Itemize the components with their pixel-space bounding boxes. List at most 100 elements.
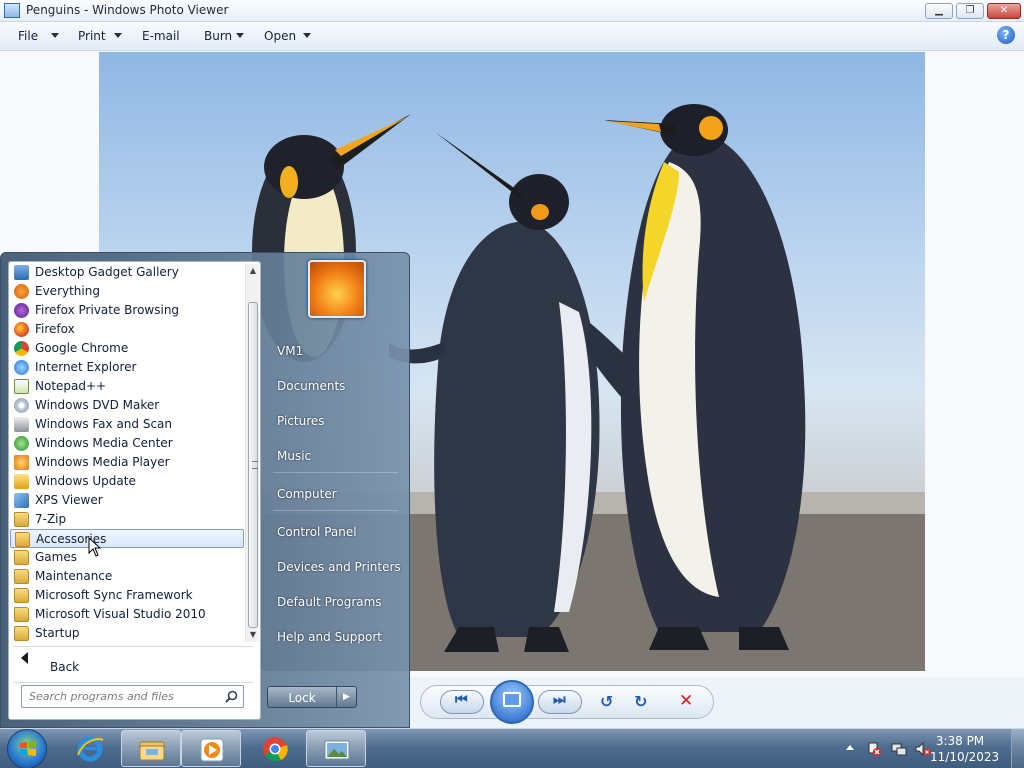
search-box[interactable] (21, 685, 244, 708)
search-icon[interactable] (225, 690, 238, 703)
scroll-up-arrow[interactable]: ▲ (246, 264, 260, 278)
menu-print[interactable]: Print (78, 29, 106, 43)
chrome-icon (14, 341, 29, 356)
system-clock[interactable]: 3:38 PM 11/10/2023 (930, 733, 1000, 765)
start-link-pictures[interactable]: Pictures (266, 407, 402, 435)
taskbar-windows-explorer[interactable] (121, 730, 181, 767)
chevron-down-icon[interactable] (236, 33, 244, 38)
start-link-computer[interactable]: Computer (266, 480, 402, 508)
scroll-thumb[interactable] (248, 302, 258, 628)
list-item[interactable]: Windows Update (10, 472, 244, 491)
start-link-vm1[interactable]: VM1 (266, 337, 402, 365)
divider (13, 682, 253, 683)
list-item[interactable]: Desktop Gadget Gallery (10, 263, 244, 282)
start-link-music[interactable]: Music (266, 442, 402, 470)
scroll-down-arrow[interactable]: ▼ (246, 628, 260, 642)
program-label: Everything (35, 284, 100, 298)
list-item[interactable]: Accessories (10, 529, 244, 548)
restore-button[interactable]: ❐ (956, 3, 984, 19)
back-arrow-icon[interactable] (21, 652, 28, 664)
start-link-devices-and-printers[interactable]: Devices and Printers (266, 553, 402, 581)
close-button[interactable]: ✕ (987, 3, 1021, 19)
next-button[interactable]: ⏭ (538, 690, 582, 714)
taskbar-photo-viewer[interactable] (306, 730, 366, 767)
list-item[interactable]: 7-Zip (10, 510, 244, 529)
dvd-maker-icon (14, 398, 29, 413)
chevron-down-icon[interactable] (51, 33, 59, 38)
programs-scrollbar[interactable]: ▲ ▼ (245, 264, 259, 642)
back-button[interactable]: Back (50, 660, 79, 674)
chevron-down-icon[interactable] (114, 33, 122, 38)
taskbar-internet-explorer[interactable] (60, 730, 120, 767)
start-link-control-panel[interactable]: Control Panel (266, 518, 402, 546)
list-item[interactable]: Everything (10, 282, 244, 301)
list-item[interactable]: Windows Media Player (10, 453, 244, 472)
list-item[interactable]: Google Chrome (10, 339, 244, 358)
list-item[interactable]: Microsoft Sync Framework (10, 586, 244, 605)
help-button[interactable]: ? (997, 26, 1015, 44)
list-item[interactable]: Firefox (10, 320, 244, 339)
list-item[interactable]: Internet Explorer (10, 358, 244, 377)
list-item[interactable]: Maintenance (10, 567, 244, 586)
start-link-default-programs[interactable]: Default Programs (266, 588, 402, 616)
show-hidden-icons-arrow[interactable] (846, 745, 854, 750)
search-input[interactable] (29, 690, 219, 703)
taskbar-chrome[interactable] (245, 730, 305, 767)
folder-icon (14, 512, 29, 527)
list-item[interactable]: Notepad++ (10, 377, 244, 396)
list-item[interactable]: XPS Viewer (10, 491, 244, 510)
start-link-label: Help and Support (277, 630, 382, 644)
previous-button[interactable]: ⏮ (440, 690, 484, 714)
start-link-documents[interactable]: Documents (266, 372, 402, 400)
menu-open[interactable]: Open (264, 29, 296, 43)
start-menu: Desktop Gadget Gallery Everything Firefox … (0, 252, 410, 728)
clock-date: 11/10/2023 (930, 750, 1000, 764)
menu-email[interactable]: E-mail (142, 29, 180, 43)
list-item[interactable]: Games (10, 548, 244, 567)
windows-logo-icon (20, 741, 36, 756)
action-center-icon[interactable] (866, 741, 882, 757)
program-label: Firefox (35, 322, 75, 336)
start-button[interactable] (7, 729, 47, 768)
start-link-label: Documents (277, 379, 346, 393)
menu-file[interactable]: File (18, 29, 38, 43)
list-item[interactable]: Startup (10, 624, 244, 643)
menu-bar: File Print E-mail Burn Open ? (0, 22, 1024, 51)
taskbar-media-player[interactable] (181, 730, 241, 767)
scroll-grip-icon (252, 461, 258, 469)
user-picture[interactable] (308, 260, 366, 318)
program-label: Internet Explorer (35, 360, 137, 374)
firefox-private-icon (14, 303, 29, 318)
list-item[interactable]: Windows Fax and Scan (10, 415, 244, 434)
network-icon[interactable] (891, 741, 907, 757)
close-icon: ✕ (999, 5, 1009, 16)
minimize-button[interactable]: ▁ (925, 3, 953, 19)
folder-icon (14, 626, 29, 641)
all-programs-list: Desktop Gadget Gallery Everything Firefox … (8, 261, 261, 720)
start-link-help-and-support[interactable]: Help and Support (266, 623, 402, 651)
gadget-icon (14, 265, 29, 280)
list-item[interactable]: Firefox Private Browsing (10, 301, 244, 320)
program-label: Windows DVD Maker (35, 398, 160, 412)
folder-icon (14, 588, 29, 603)
power-options-arrow[interactable]: ▶ (336, 687, 356, 707)
chevron-down-icon[interactable] (303, 33, 311, 38)
rotate-clockwise-icon[interactable]: ↻ (634, 692, 647, 711)
lock-button[interactable]: Lock ▶ (267, 686, 357, 708)
internet-explorer-icon (77, 736, 104, 762)
volume-muted-icon[interactable] (915, 741, 931, 757)
window-title: Penguins - Windows Photo Viewer (26, 3, 229, 17)
show-desktop-button[interactable] (1011, 729, 1024, 768)
list-item[interactable]: Windows Media Center (10, 434, 244, 453)
program-label: Windows Media Center (35, 436, 173, 450)
list-item[interactable]: Windows DVD Maker (10, 396, 244, 415)
program-label: Windows Update (35, 474, 136, 488)
delete-icon[interactable]: ✕ (679, 691, 693, 711)
photo-viewer-app-icon[interactable] (4, 3, 20, 18)
menu-burn[interactable]: Burn (204, 29, 232, 43)
notepadpp-icon (14, 379, 29, 394)
slideshow-button[interactable] (490, 680, 534, 724)
program-label: Windows Media Player (35, 455, 170, 469)
list-item[interactable]: Microsoft Visual Studio 2010 (10, 605, 244, 624)
rotate-counterclockwise-icon[interactable]: ↺ (600, 692, 613, 711)
